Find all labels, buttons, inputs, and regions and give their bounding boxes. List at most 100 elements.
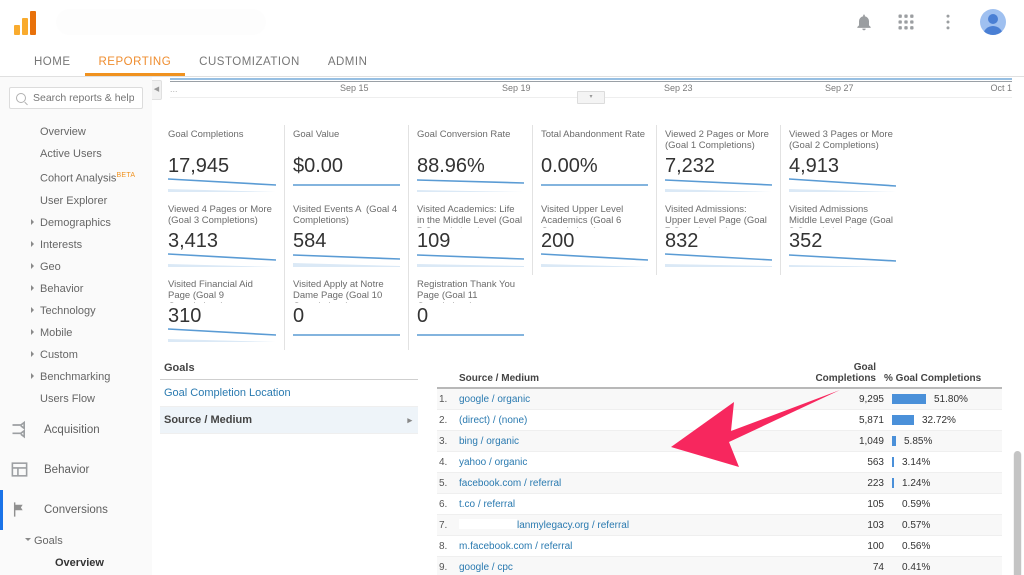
row-source[interactable]: (direct) / (none)	[459, 415, 806, 426]
table-row[interactable]: 1. google / organic 9,295 51.80%	[437, 389, 1002, 410]
chart-line	[170, 78, 1012, 80]
metric-card-goal-8[interactable]: Visited Admissions Middle Level Page (Go…	[780, 200, 904, 275]
more-vert-icon[interactable]	[938, 12, 958, 32]
sidebar-item-label: Goals	[34, 534, 63, 547]
sidebar-collapse-toggle[interactable]: ◀	[152, 80, 162, 100]
tab-home[interactable]: HOME	[20, 56, 85, 76]
metric-card-goal-completions[interactable]: Goal Completions 17,945	[160, 125, 284, 200]
table-row[interactable]: 8. m.facebook.com / referral 100 0.56%	[437, 536, 1002, 557]
metric-card-goal-9[interactable]: Visited Financial Aid Page (Goal 9 Compl…	[160, 275, 284, 350]
tab-reporting[interactable]: REPORTING	[84, 56, 186, 76]
sparkline	[789, 251, 896, 267]
sidebar-item-acquisition[interactable]: Acquisition	[0, 410, 152, 450]
table-row[interactable]: 5. facebook.com / referral 223 1.24%	[437, 473, 1002, 494]
row-percent-cell: 0.57%	[884, 520, 1002, 531]
chevron-right-icon	[31, 262, 34, 269]
tab-admin[interactable]: ADMIN	[314, 56, 382, 76]
row-source[interactable]: bing / organic	[459, 436, 806, 447]
sidebar-item-demographics[interactable]: Demographics	[0, 212, 152, 234]
metric-card-goal-1[interactable]: Viewed 2 Pages or More (Goal 1 Completio…	[656, 125, 780, 200]
tab-customization[interactable]: CUSTOMIZATION	[185, 56, 314, 76]
metric-cards: Goal Completions 17,945 Goal Value $0.00…	[160, 125, 1016, 350]
metric-card-goal-2[interactable]: Viewed 3 Pages or More (Goal 2 Completio…	[780, 125, 904, 200]
row-source[interactable]: m.facebook.com / referral	[459, 541, 806, 552]
search-reports-box[interactable]	[9, 87, 143, 109]
sidebar-item-mobile[interactable]: Mobile	[0, 322, 152, 344]
metric-label: Registration Thank You Page (Goal 11 Com…	[417, 279, 516, 303]
apps-grid-icon[interactable]	[896, 12, 916, 32]
vertical-scrollbar[interactable]	[1013, 451, 1022, 575]
chevron-right-icon: ▸	[407, 415, 412, 425]
metric-card-goal-conversion-rate[interactable]: Goal Conversion Rate 88.96%	[408, 125, 532, 200]
sidebar-item-interests[interactable]: Interests	[0, 234, 152, 256]
conversions-flag-icon	[10, 500, 32, 520]
sidebar-item-label: Conversions	[44, 503, 108, 516]
metric-label: Goal Value	[293, 129, 340, 140]
row-source[interactable]: yahoo / organic	[459, 457, 806, 468]
sidebar-item-behavior-section[interactable]: Behavior	[0, 450, 152, 490]
account-selector-redacted[interactable]	[56, 9, 266, 35]
chart-collapse-handle[interactable]: ▾	[577, 91, 605, 104]
goals-panel-item-goal-completion-location[interactable]: Goal Completion Location	[160, 380, 418, 407]
sidebar-item-benchmarking[interactable]: Benchmarking	[0, 366, 152, 388]
metric-card-goal-7[interactable]: Visited Admissions: Upper Level Page (Go…	[656, 200, 780, 275]
search-input[interactable]	[31, 91, 136, 105]
sidebar-item-users-flow[interactable]: Users Flow	[0, 388, 152, 410]
row-source[interactable]: facebook.com / referral	[459, 478, 806, 489]
metric-card-goal-value[interactable]: Goal Value $0.00	[284, 125, 408, 200]
column-header-source-medium[interactable]: Source / Medium	[437, 373, 798, 384]
table-row[interactable]: 3. bing / organic 1,049 5.85%	[437, 431, 1002, 452]
avatar[interactable]	[980, 9, 1006, 35]
sidebar-item-behavior[interactable]: Behavior	[0, 278, 152, 300]
metric-card-goal-4[interactable]: Visited Events A (Goal 4 Completions) 58…	[284, 200, 408, 275]
sidebar-item-label: Technology	[40, 304, 96, 317]
row-source[interactable]: google / organic	[459, 394, 806, 405]
sidebar-item-label: Mobile	[40, 326, 73, 339]
row-source[interactable]: lanmylegacy.org / referral	[459, 519, 806, 531]
table-row[interactable]: 6. t.co / referral 105 0.59%	[437, 494, 1002, 515]
column-header-goal-completions[interactable]: Goal Completions	[798, 362, 876, 384]
metric-value: 310	[168, 305, 202, 327]
sidebar-item-cohort-analysis[interactable]: Cohort AnalysisBETA	[0, 165, 152, 190]
metric-card-goal-10[interactable]: Visited Apply at Notre Dame Page (Goal 1…	[284, 275, 408, 350]
metric-card-row: Visited Financial Aid Page (Goal 9 Compl…	[160, 275, 1016, 350]
google-analytics-logo[interactable]	[14, 9, 44, 35]
table-row[interactable]: 9. google / cpc 74 0.41%	[437, 557, 1002, 575]
sidebar-item-technology[interactable]: Technology	[0, 300, 152, 322]
sparkline	[665, 251, 772, 267]
sidebar-item-conversions[interactable]: Conversions	[0, 489, 152, 530]
axis-tick: Sep 15	[340, 83, 369, 93]
row-completions: 100	[867, 540, 884, 552]
table-row[interactable]: 7. lanmylegacy.org / referral 103 0.57%	[437, 515, 1002, 536]
sidebar-item-goals-group[interactable]: Goals	[0, 530, 152, 552]
sidebar-item-overview[interactable]: Overview	[0, 121, 152, 143]
row-index: 1.	[439, 393, 448, 405]
bell-icon[interactable]	[854, 12, 874, 32]
metric-card-goal-3[interactable]: Viewed 4 Pages or More (Goal 3 Completio…	[160, 200, 284, 275]
table-row[interactable]: 4. yahoo / organic 563 3.14%	[437, 452, 1002, 473]
metric-card-goal-6[interactable]: Visited Upper Level Academics (Goal 6 Co…	[532, 200, 656, 275]
row-source[interactable]: t.co / referral	[459, 499, 806, 510]
row-percent-cell: 32.72%	[884, 415, 1002, 426]
sidebar-item-active-users[interactable]: Active Users	[0, 143, 152, 165]
metric-card-goal-11[interactable]: Registration Thank You Page (Goal 11 Com…	[408, 275, 532, 350]
table-row[interactable]: 2. (direct) / (none) 5,871 32.72%	[437, 410, 1002, 431]
behavior-icon	[10, 460, 32, 480]
sidebar-item-user-explorer[interactable]: User Explorer	[0, 190, 152, 212]
row-percent-cell: 0.41%	[884, 562, 1002, 573]
column-header-pct-goal-completions[interactable]: % Goal Completions	[876, 373, 1002, 384]
metric-card-goal-5[interactable]: Visited Academics: Life in the Middle Le…	[408, 200, 532, 275]
main-content: ◀ ... Sep 15 Sep 19 Sep 23 Sep 27 Oct 1 …	[152, 77, 1024, 575]
row-completions: 5,871	[858, 414, 884, 426]
row-percent-cell: 3.14%	[884, 457, 1002, 468]
metric-value: 832	[665, 230, 699, 252]
sidebar-item-goals-overview[interactable]: Overview	[0, 552, 152, 574]
sidebar-item-geo[interactable]: Geo	[0, 256, 152, 278]
primary-nav-tabs: HOME REPORTING CUSTOMIZATION ADMIN	[0, 44, 1024, 77]
goals-panel-item-source-medium[interactable]: Source / Medium ▸	[160, 407, 418, 434]
sparkline	[293, 176, 400, 192]
sidebar-item-custom[interactable]: Custom	[0, 344, 152, 366]
metric-card-total-abandonment-rate[interactable]: Total Abandonment Rate 0.00%	[532, 125, 656, 200]
sidebar-item-label: Behavior	[40, 282, 84, 295]
row-source[interactable]: google / cpc	[459, 562, 806, 573]
